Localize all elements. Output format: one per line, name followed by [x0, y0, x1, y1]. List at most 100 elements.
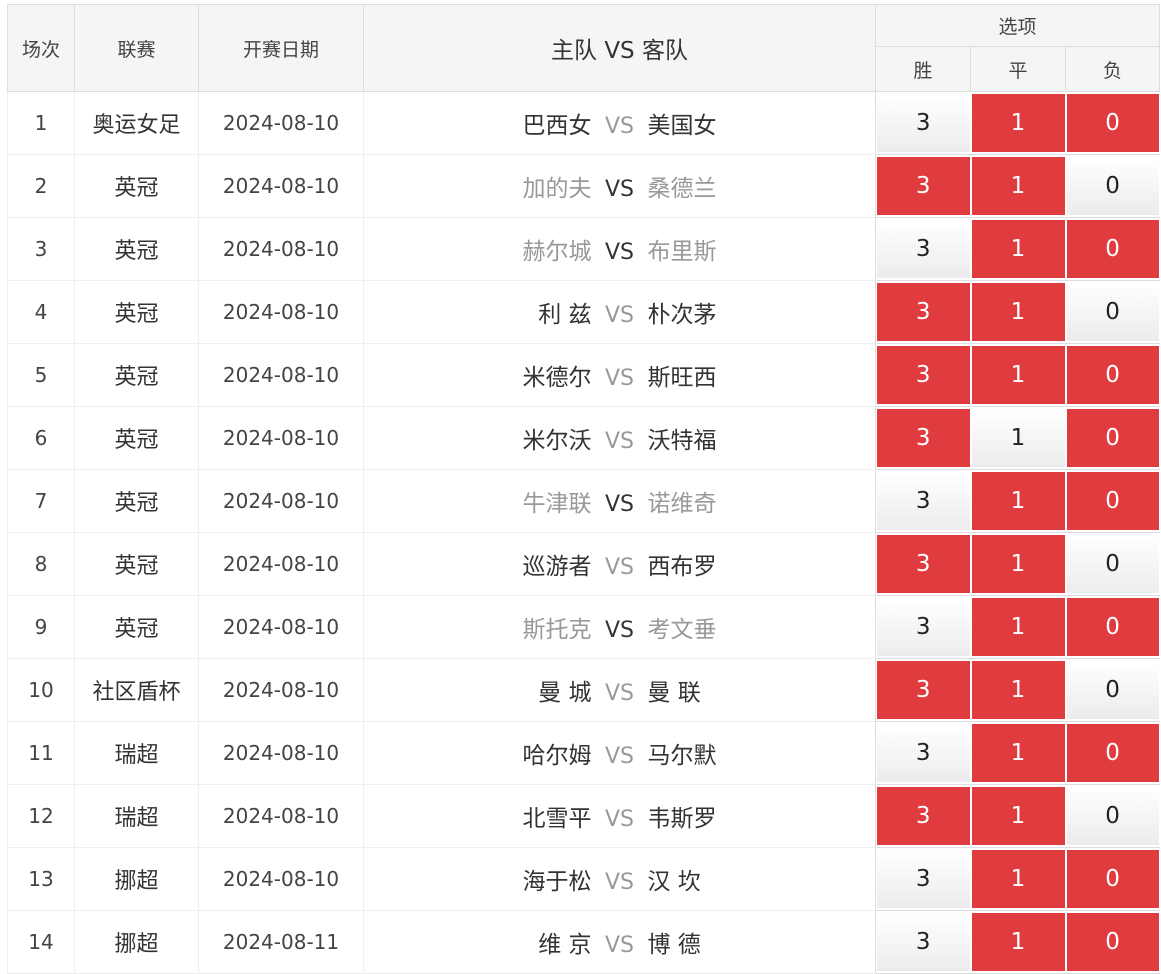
option-win-button[interactable]: 3: [877, 283, 970, 341]
vs-label: VS: [604, 177, 634, 202]
option-lose-button[interactable]: 0: [1066, 472, 1159, 530]
option-draw-button[interactable]: 1: [971, 346, 1065, 404]
option-win-button[interactable]: 3: [877, 157, 970, 215]
option-cell-draw: 1: [970, 217, 1066, 281]
option-lose-button[interactable]: 0: [1066, 409, 1159, 467]
vs-label: VS: [604, 429, 634, 454]
option-lose-button[interactable]: 0: [1066, 157, 1159, 215]
option-cell-lose: 0: [1065, 406, 1160, 470]
option-draw-button[interactable]: 1: [971, 661, 1065, 719]
match-teams: 巴西女 VS 美国女: [363, 91, 876, 155]
option-win-button[interactable]: 3: [877, 346, 970, 404]
option-cell-draw: 1: [970, 154, 1066, 218]
option-draw-button[interactable]: 1: [971, 409, 1065, 467]
home-team: 米德尔: [522, 365, 592, 391]
home-team: 巴西女: [522, 113, 592, 139]
option-draw-button[interactable]: 1: [971, 598, 1065, 656]
away-team: 马尔默: [647, 743, 717, 769]
option-lose-button[interactable]: 0: [1066, 913, 1159, 971]
header-match: 主队 VS 客队: [363, 4, 876, 92]
option-cell-win: 3: [875, 154, 971, 218]
option-cell-lose: 0: [1065, 217, 1160, 281]
table-row: 1 奥运女足 2024-08-10 巴西女 VS 美国女 3 1 0: [7, 91, 1160, 155]
option-cell-draw: 1: [970, 406, 1066, 470]
table-row: 6 英冠 2024-08-10 米尔沃 VS 沃特福 3 1 0: [7, 406, 1160, 470]
option-win-button[interactable]: 3: [877, 409, 970, 467]
match-date: 2024-08-10: [198, 721, 364, 785]
option-cell-lose: 0: [1065, 91, 1160, 155]
option-draw-button[interactable]: 1: [971, 283, 1065, 341]
option-lose-button[interactable]: 0: [1066, 346, 1159, 404]
option-win-button[interactable]: 3: [877, 535, 970, 593]
option-lose-button[interactable]: 0: [1066, 724, 1159, 782]
match-teams: 海于松 VS 汉 坎: [363, 847, 876, 911]
vs-label: VS: [604, 240, 634, 265]
match-number: 13: [7, 847, 75, 911]
match-number: 11: [7, 721, 75, 785]
match-number: 5: [7, 343, 75, 407]
table-row: 5 英冠 2024-08-10 米德尔 VS 斯旺西 3 1 0: [7, 343, 1160, 407]
option-draw-button[interactable]: 1: [971, 157, 1065, 215]
match-teams: 米德尔 VS 斯旺西: [363, 343, 876, 407]
league-name: 英冠: [74, 280, 199, 344]
option-win-button[interactable]: 3: [877, 598, 970, 656]
option-lose-button[interactable]: 0: [1066, 661, 1159, 719]
header-draw: 平: [970, 46, 1066, 92]
option-draw-button[interactable]: 1: [971, 220, 1065, 278]
option-cell-draw: 1: [970, 847, 1066, 911]
league-name: 英冠: [74, 532, 199, 596]
away-team: 诺维奇: [647, 491, 717, 517]
option-draw-button[interactable]: 1: [971, 787, 1065, 845]
option-draw-button[interactable]: 1: [971, 535, 1065, 593]
option-draw-button[interactable]: 1: [971, 94, 1065, 152]
vs-label: VS: [604, 933, 634, 958]
match-number: 4: [7, 280, 75, 344]
match-date: 2024-08-10: [198, 406, 364, 470]
option-win-button[interactable]: 3: [877, 913, 970, 971]
option-lose-button[interactable]: 0: [1066, 94, 1159, 152]
option-cell-lose: 0: [1065, 910, 1160, 974]
option-cell-draw: 1: [970, 469, 1066, 533]
league-name: 社区盾杯: [74, 658, 199, 722]
home-team: 赫尔城: [522, 239, 592, 265]
option-lose-button[interactable]: 0: [1066, 787, 1159, 845]
option-draw-button[interactable]: 1: [971, 472, 1065, 530]
match-number: 8: [7, 532, 75, 596]
table-header: 场次 联赛 开赛日期 主队 VS 客队 选项 胜 平 负: [7, 4, 1161, 92]
option-draw-button[interactable]: 1: [971, 913, 1065, 971]
option-lose-button[interactable]: 0: [1066, 535, 1159, 593]
option-lose-button[interactable]: 0: [1066, 850, 1159, 908]
option-draw-button[interactable]: 1: [971, 850, 1065, 908]
match-teams: 北雪平 VS 韦斯罗: [363, 784, 876, 848]
option-cell-win: 3: [875, 280, 971, 344]
option-win-button[interactable]: 3: [877, 661, 970, 719]
match-number: 9: [7, 595, 75, 659]
option-win-button[interactable]: 3: [877, 94, 970, 152]
option-lose-button[interactable]: 0: [1066, 283, 1159, 341]
option-cell-win: 3: [875, 532, 971, 596]
league-name: 英冠: [74, 469, 199, 533]
home-team: 加的夫: [522, 176, 592, 202]
option-win-button[interactable]: 3: [877, 472, 970, 530]
away-team: 韦斯罗: [647, 806, 717, 832]
match-table: 场次 联赛 开赛日期 主队 VS 客队 选项 胜 平 负 1 奥运女足 2024-0…: [7, 4, 1161, 974]
option-win-button[interactable]: 3: [877, 220, 970, 278]
home-team: 巡游者: [522, 554, 592, 580]
option-cell-win: 3: [875, 595, 971, 659]
option-win-button[interactable]: 3: [877, 850, 970, 908]
away-team: 桑德兰: [647, 176, 717, 202]
option-cell-win: 3: [875, 469, 971, 533]
table-row: 10 社区盾杯 2024-08-10 曼 城 VS 曼 联310: [7, 658, 1160, 722]
league-name: 英冠: [74, 343, 199, 407]
option-cell-lose: 0: [1065, 784, 1160, 848]
option-cell-lose: 0: [1065, 154, 1160, 218]
option-lose-button[interactable]: 0: [1066, 220, 1159, 278]
match-teams: 曼 城 VS 曼 联: [363, 658, 876, 722]
option-win-button[interactable]: 3: [877, 724, 970, 782]
vs-label: VS: [604, 807, 634, 832]
option-lose-button[interactable]: 0: [1066, 598, 1159, 656]
table-row: 14 挪超 2024-08-11 维 京 VS 博 德 310: [7, 910, 1160, 974]
option-draw-button[interactable]: 1: [971, 724, 1065, 782]
option-win-button[interactable]: 3: [877, 787, 970, 845]
away-team: 布里斯: [647, 239, 717, 265]
